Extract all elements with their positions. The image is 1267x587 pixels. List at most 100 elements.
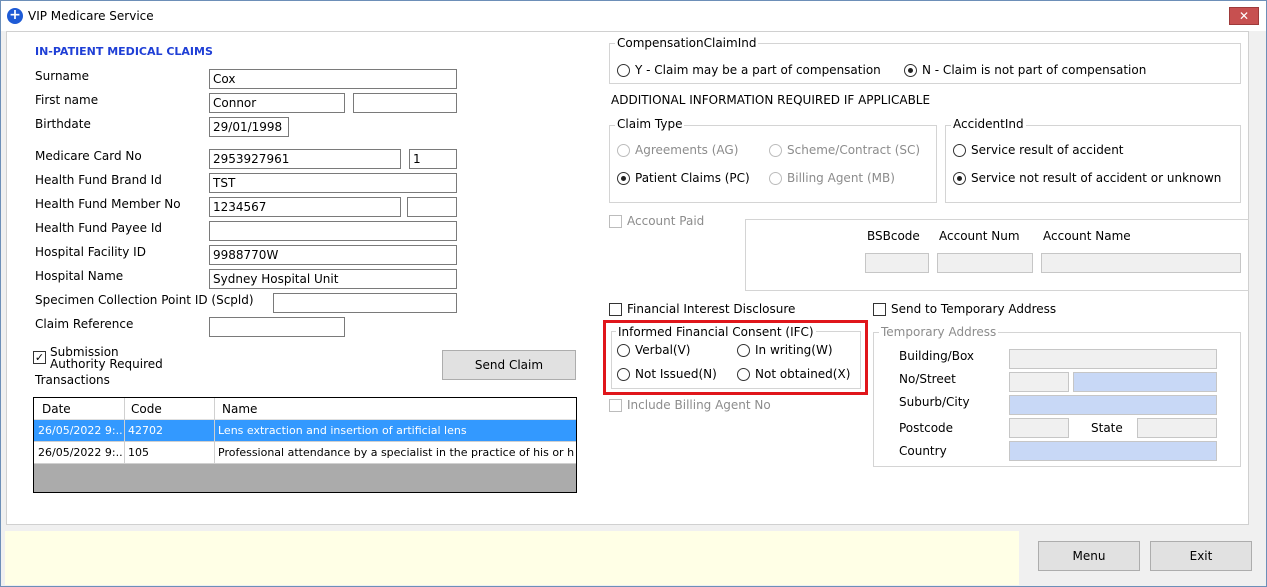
send-temp-address-label: Send to Temporary Address	[891, 302, 1057, 316]
surname-input[interactable]: Cox	[209, 69, 457, 89]
send-temp-address-checkbox[interactable]: Send to Temporary Address	[873, 302, 1056, 316]
suburb-input[interactable]	[1009, 395, 1217, 415]
transactions-grid: Date Code Name 26/05/2022 9:... 42702 Le…	[33, 397, 577, 493]
submission-authority-checkbox[interactable]: ✓	[33, 351, 46, 364]
suburb-label: Suburb/City	[899, 395, 970, 409]
bsb-input[interactable]	[865, 253, 929, 273]
health-fund-member-label: Health Fund Member No	[35, 197, 181, 211]
claim-type-ag-label: Agreements (AG)	[635, 143, 739, 157]
include-billing-agent-checkbox[interactable]: Include Billing Agent No	[609, 398, 771, 412]
table-row[interactable]: 26/05/2022 9:... 42702 Lens extraction a…	[34, 420, 576, 442]
claim-type-ag-radio[interactable]: Agreements (AG)	[617, 143, 738, 157]
postcode-label: Postcode	[899, 421, 954, 435]
claim-type-mb-label: Billing Agent (MB)	[787, 171, 895, 185]
account-paid-label: Account Paid	[627, 214, 705, 228]
plus-icon: +	[7, 8, 23, 24]
temp-address-title: Temporary Address	[879, 325, 999, 339]
building-label: Building/Box	[899, 349, 975, 363]
radio-circle	[953, 171, 966, 185]
column-header-date[interactable]: Date	[42, 402, 71, 416]
claim-type-pc-label: Patient Claims (PC)	[635, 171, 750, 185]
compensation-no-radio[interactable]: N - Claim is not part of compensation	[904, 63, 1146, 77]
first-name-label: First name	[35, 93, 99, 107]
window-title: VIP Medicare Service	[28, 9, 154, 23]
hospital-name-input[interactable]: Sydney Hospital Unit	[209, 269, 457, 289]
cell-code: 105	[128, 446, 149, 459]
compensation-group-title: CompensationClaimInd	[615, 36, 759, 50]
postcode-input[interactable]	[1009, 418, 1069, 438]
cell-name: Lens extraction and insertion of artific…	[218, 424, 467, 437]
medicare-card-input[interactable]: 2953927961	[209, 149, 401, 169]
state-label: State	[1091, 421, 1123, 435]
close-button[interactable]: ✕	[1229, 7, 1259, 25]
accident-yes-radio[interactable]: Service result of accident	[953, 143, 1124, 157]
hospital-facility-label: Hospital Facility ID	[35, 245, 146, 259]
column-header-code[interactable]: Code	[131, 402, 162, 416]
scpid-input[interactable]	[273, 293, 457, 313]
highlight-box	[603, 320, 868, 395]
radio-circle	[617, 63, 630, 77]
financial-interest-checkbox[interactable]: Financial Interest Disclosure	[609, 302, 795, 316]
claim-type-sc-radio[interactable]: Scheme/Contract (SC)	[769, 143, 920, 157]
checkbox-box	[609, 214, 622, 228]
middle-name-input[interactable]	[353, 93, 457, 113]
cell-name: Professional attendance by a specialist …	[218, 446, 574, 459]
claim-type-group-title: Claim Type	[615, 117, 685, 131]
column-divider	[124, 398, 125, 464]
street-number-input[interactable]	[1009, 372, 1069, 392]
hospital-facility-input[interactable]: 9988770W	[209, 245, 457, 265]
country-label: Country	[899, 444, 947, 458]
country-input[interactable]	[1009, 441, 1217, 461]
exit-button[interactable]: Exit	[1150, 541, 1252, 571]
table-row[interactable]: 26/05/2022 9:... 105 Professional attend…	[34, 442, 576, 464]
first-name-input[interactable]: Connor	[209, 93, 345, 113]
accident-group-title: AccidentInd	[951, 117, 1026, 131]
health-fund-payee-label: Health Fund Payee Id	[35, 221, 162, 235]
account-paid-checkbox[interactable]: Account Paid	[609, 214, 704, 228]
cell-code: 42702	[128, 424, 163, 437]
main-window: + VIP Medicare Service ✕ IN-PATIENT MEDI…	[0, 0, 1267, 587]
account-name-input[interactable]	[1041, 253, 1241, 273]
menu-button[interactable]: Menu	[1038, 541, 1140, 571]
claim-type-sc-label: Scheme/Contract (SC)	[787, 143, 921, 157]
street-label: No/Street	[899, 372, 956, 386]
radio-circle	[617, 143, 630, 157]
health-fund-member-input[interactable]: 1234567	[209, 197, 401, 217]
health-fund-member-suffix-input[interactable]	[407, 197, 457, 217]
include-billing-agent-label: Include Billing Agent No	[627, 398, 771, 412]
account-num-input[interactable]	[937, 253, 1033, 273]
financial-interest-label: Financial Interest Disclosure	[627, 302, 796, 316]
bsb-label: BSBcode	[867, 229, 920, 243]
column-header-name[interactable]: Name	[222, 402, 257, 416]
claim-type-mb-radio[interactable]: Billing Agent (MB)	[769, 171, 895, 185]
radio-circle	[617, 171, 630, 185]
health-fund-payee-input[interactable]	[209, 221, 457, 241]
street-name-input[interactable]	[1073, 372, 1217, 392]
health-fund-brand-input[interactable]: TST	[209, 173, 457, 193]
birthdate-label: Birthdate	[35, 117, 91, 131]
hospital-name-label: Hospital Name	[35, 269, 124, 283]
medicare-irn-input[interactable]: 1	[409, 149, 457, 169]
accident-no-radio[interactable]: Service not result of accident or unknow…	[953, 171, 1221, 185]
accident-no-label: Service not result of accident or unknow…	[971, 171, 1222, 185]
grid-header: Date Code Name	[34, 398, 576, 420]
compensation-yes-label: Y - Claim may be a part of compensation	[635, 63, 881, 77]
account-name-label: Account Name	[1043, 229, 1131, 243]
radio-circle	[769, 143, 782, 157]
transactions-label: Transactions	[35, 373, 110, 387]
building-input[interactable]	[1009, 349, 1217, 369]
accident-group	[945, 125, 1241, 203]
cell-date: 26/05/2022 9:...	[38, 424, 122, 437]
send-claim-button[interactable]: Send Claim	[442, 350, 576, 380]
state-input[interactable]	[1137, 418, 1217, 438]
accident-yes-label: Service result of accident	[971, 143, 1124, 157]
claim-reference-input[interactable]	[209, 317, 345, 337]
birthdate-input[interactable]: 29/01/1998	[209, 117, 289, 137]
radio-circle	[904, 63, 917, 77]
health-fund-brand-label: Health Fund Brand Id	[35, 173, 162, 187]
claim-type-group	[609, 125, 937, 203]
page-title: IN-PATIENT MEDICAL CLAIMS	[35, 45, 213, 58]
claim-type-pc-radio[interactable]: Patient Claims (PC)	[617, 171, 750, 185]
compensation-yes-radio[interactable]: Y - Claim may be a part of compensation	[617, 63, 881, 77]
compensation-no-label: N - Claim is not part of compensation	[922, 63, 1147, 77]
